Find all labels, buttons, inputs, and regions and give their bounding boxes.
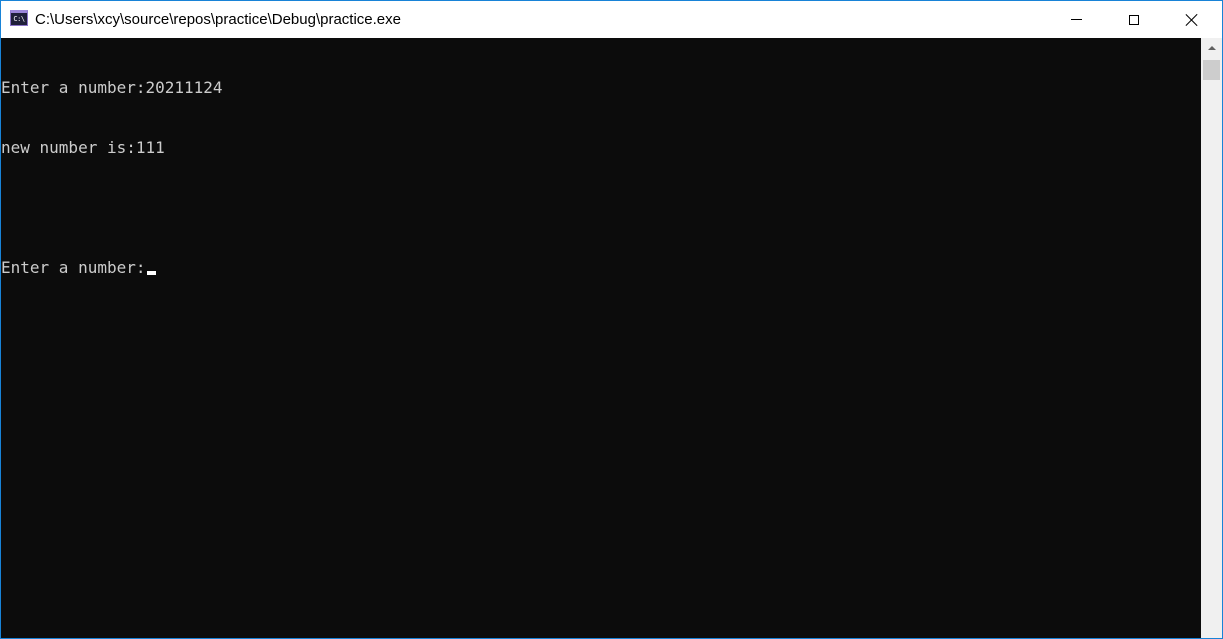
console-output[interactable]: Enter a number:20211124 new number is:11… xyxy=(1,38,1201,638)
title-bar[interactable]: C:\ C:\Users\xcy\source\repos\practice\D… xyxy=(1,1,1222,38)
minimize-icon xyxy=(1070,19,1082,20)
vertical-scrollbar[interactable] xyxy=(1201,38,1222,638)
window-title: C:\Users\xcy\source\repos\practice\Debug… xyxy=(35,11,401,28)
console-app-icon[interactable]: C:\ xyxy=(10,10,28,26)
console-prompt: Enter a number: xyxy=(1,258,146,277)
text-cursor xyxy=(146,271,156,275)
console-line: Enter a number:20211124 xyxy=(1,78,223,97)
console-window: C:\ C:\Users\xcy\source\repos\practice\D… xyxy=(0,0,1223,639)
scroll-up-button[interactable] xyxy=(1201,38,1222,58)
close-button[interactable] xyxy=(1163,1,1221,38)
close-icon xyxy=(1185,13,1199,27)
chevron-up-icon xyxy=(1207,46,1216,50)
maximize-button[interactable] xyxy=(1105,1,1163,38)
maximize-icon xyxy=(1129,14,1139,25)
scroll-thumb[interactable] xyxy=(1203,60,1220,80)
app-icon-label: C:\ xyxy=(13,15,25,23)
console-line: new number is:111 xyxy=(1,138,165,157)
minimize-button[interactable] xyxy=(1047,1,1105,38)
console-input-line[interactable]: Enter a number: xyxy=(1,258,1201,278)
